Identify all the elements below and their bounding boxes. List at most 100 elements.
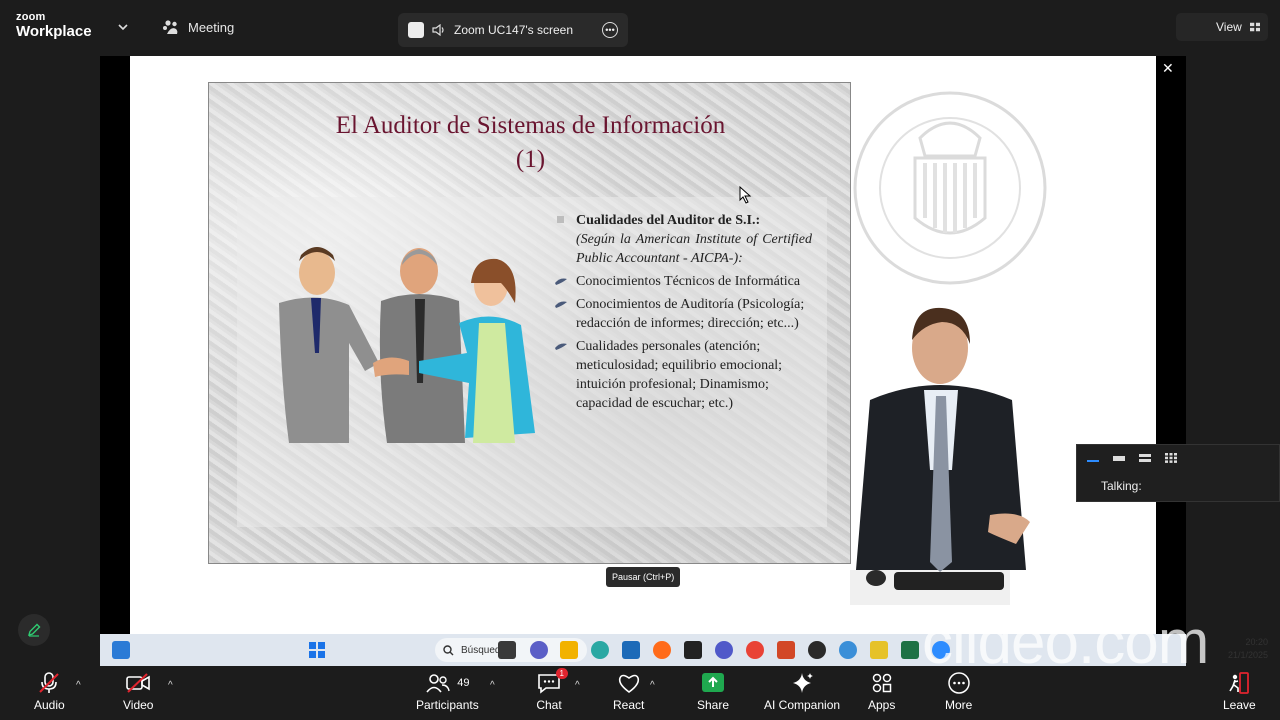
- chat-button[interactable]: 1 Chat: [536, 668, 568, 712]
- zoom-logo: zoom Workplace: [16, 11, 92, 40]
- browser-icon[interactable]: [839, 641, 857, 659]
- minimize-layout-icon[interactable]: [1087, 453, 1099, 463]
- logo-line1: zoom: [16, 11, 46, 23]
- bullet-item: Cualidades personales (atención; meticul…: [554, 337, 812, 413]
- screen-share-pill[interactable]: Zoom UC147's screen •••: [398, 13, 628, 47]
- teams-chat-icon[interactable]: [715, 641, 733, 659]
- bullet-item: Conocimientos Técnicos de Informática: [554, 272, 812, 291]
- ai-sparkle-icon: [793, 673, 814, 693]
- bullet-text: Conocimientos de Auditoría (Psicología; …: [576, 297, 805, 331]
- more-icon: [947, 672, 970, 694]
- firefox-icon[interactable]: [653, 641, 671, 659]
- excel-icon[interactable]: [901, 641, 919, 659]
- chevron-down-icon[interactable]: [116, 20, 130, 34]
- slide-title: El Auditor de Sistemas de Información (1…: [209, 109, 852, 177]
- gallery-layout-icon[interactable]: [1165, 453, 1177, 463]
- share-label: Share: [697, 698, 730, 712]
- meeting-icon: [163, 20, 178, 34]
- bullet-text: Cualidades personales (atención; meticul…: [576, 339, 783, 411]
- chat-badge: 1: [555, 668, 568, 679]
- more-label: More: [945, 698, 973, 712]
- folder-icon[interactable]: [560, 641, 578, 659]
- audio-label: Audio: [34, 698, 65, 712]
- pen-bullet-icon: [555, 343, 567, 350]
- zoom-window: zoom Workplace Meeting Zoom UC147's scre…: [0, 0, 1280, 720]
- cursor-icon: [739, 186, 751, 204]
- taskbar-date: 21/1/2025: [1228, 650, 1269, 660]
- share-screen-icon: [702, 673, 725, 692]
- university-seal-watermark: [853, 91, 1047, 285]
- pause-tooltip: Pausar (Ctrl+P): [606, 567, 681, 587]
- share-button[interactable]: Share: [697, 672, 729, 712]
- close-icon[interactable]: ✕: [1162, 60, 1174, 77]
- audio-button[interactable]: Audio: [34, 672, 65, 712]
- meeting-label: Meeting: [188, 19, 235, 35]
- presentation-slide: El Auditor de Sistemas de Información (1…: [208, 82, 851, 564]
- taskbar-clock: 20:20 21/1/2025: [1228, 636, 1268, 662]
- windows-start-icon[interactable]: [308, 641, 326, 659]
- leave-icon: [1229, 672, 1250, 694]
- powerpoint-icon[interactable]: [777, 641, 795, 659]
- slide-title-line1: El Auditor de Sistemas de Información: [335, 112, 726, 139]
- edge-icon[interactable]: [591, 641, 609, 659]
- meeting-toolbar: Audio ^ Video ^ 49 Participants ^ 1 Chat…: [0, 666, 1280, 720]
- pen-bullet-icon: [555, 301, 567, 308]
- chat-options-caret[interactable]: ^: [575, 680, 580, 691]
- apps-button[interactable]: Apps: [868, 672, 895, 712]
- square-bullet-icon: [557, 216, 564, 223]
- talking-panel: Talking:: [1076, 444, 1280, 502]
- audio-options-caret[interactable]: ^: [76, 680, 81, 691]
- bullet-heading: Cualidades del Auditor de S.I.: (Según l…: [554, 211, 812, 268]
- slide-title-line2: (1): [515, 146, 546, 173]
- video-options-caret[interactable]: ^: [168, 680, 173, 691]
- react-button[interactable]: React: [613, 672, 644, 712]
- task-view-icon[interactable]: [112, 641, 130, 659]
- chat-label: Chat: [536, 698, 562, 712]
- video-off-icon: [126, 673, 151, 693]
- taskbar-app-icon[interactable]: [498, 641, 516, 659]
- terminal-icon[interactable]: [684, 641, 702, 659]
- participants-icon: [426, 674, 450, 693]
- ai-companion-label: AI Companion: [764, 698, 841, 712]
- participants-button[interactable]: 49 Participants: [416, 672, 479, 712]
- single-layout-icon[interactable]: [1113, 453, 1125, 463]
- view-button[interactable]: View: [1176, 13, 1268, 41]
- bullet-heading-text: Cualidades del Auditor de S.I.:: [576, 213, 761, 228]
- slide-bullets: Cualidades del Auditor de S.I.: (Según l…: [554, 211, 812, 417]
- leave-button[interactable]: Leave: [1223, 672, 1256, 712]
- store-icon[interactable]: [622, 641, 640, 659]
- grid-view-icon: [1249, 22, 1260, 32]
- meeting-menu[interactable]: Meeting: [162, 19, 234, 35]
- bullet-item: Conocimientos de Auditoría (Psicología; …: [554, 295, 812, 333]
- participants-count: 49: [457, 677, 470, 689]
- ai-companion-button[interactable]: AI Companion: [764, 672, 840, 712]
- video-label: Video: [123, 698, 154, 712]
- microphone-muted-icon: [39, 672, 60, 693]
- apps-icon: [872, 673, 891, 693]
- search-icon: [443, 644, 454, 655]
- more-options-icon[interactable]: •••: [602, 22, 618, 38]
- stacked-layout-icon[interactable]: [1139, 453, 1151, 463]
- media-player-icon[interactable]: [808, 641, 826, 659]
- layout-switcher: [1087, 453, 1177, 463]
- presenter-video: [850, 307, 1030, 605]
- chrome-icon[interactable]: [746, 641, 764, 659]
- video-button[interactable]: Video: [123, 672, 153, 712]
- react-label: React: [613, 698, 645, 712]
- explorer-icon[interactable]: [870, 641, 888, 659]
- participants-label: Participants: [416, 698, 479, 712]
- leave-label: Leave: [1223, 698, 1256, 712]
- clideo-watermark: clideo.com: [922, 608, 1209, 677]
- annotate-button[interactable]: [18, 614, 50, 646]
- screen-label: Zoom UC147's screen: [454, 23, 574, 37]
- pen-bullet-icon: [555, 278, 567, 285]
- participants-options-caret[interactable]: ^: [490, 680, 495, 691]
- heart-icon: [618, 674, 639, 693]
- speaker-icon[interactable]: [432, 24, 446, 36]
- bullet-text: Conocimientos Técnicos de Informática: [576, 274, 801, 289]
- bullet-subheading-text: (Según la American Institute of Certifie…: [576, 232, 812, 266]
- taskbar-time: 20:20: [1245, 637, 1269, 647]
- teams-icon[interactable]: [530, 641, 548, 659]
- react-options-caret[interactable]: ^: [650, 680, 655, 691]
- more-button[interactable]: More: [945, 672, 972, 712]
